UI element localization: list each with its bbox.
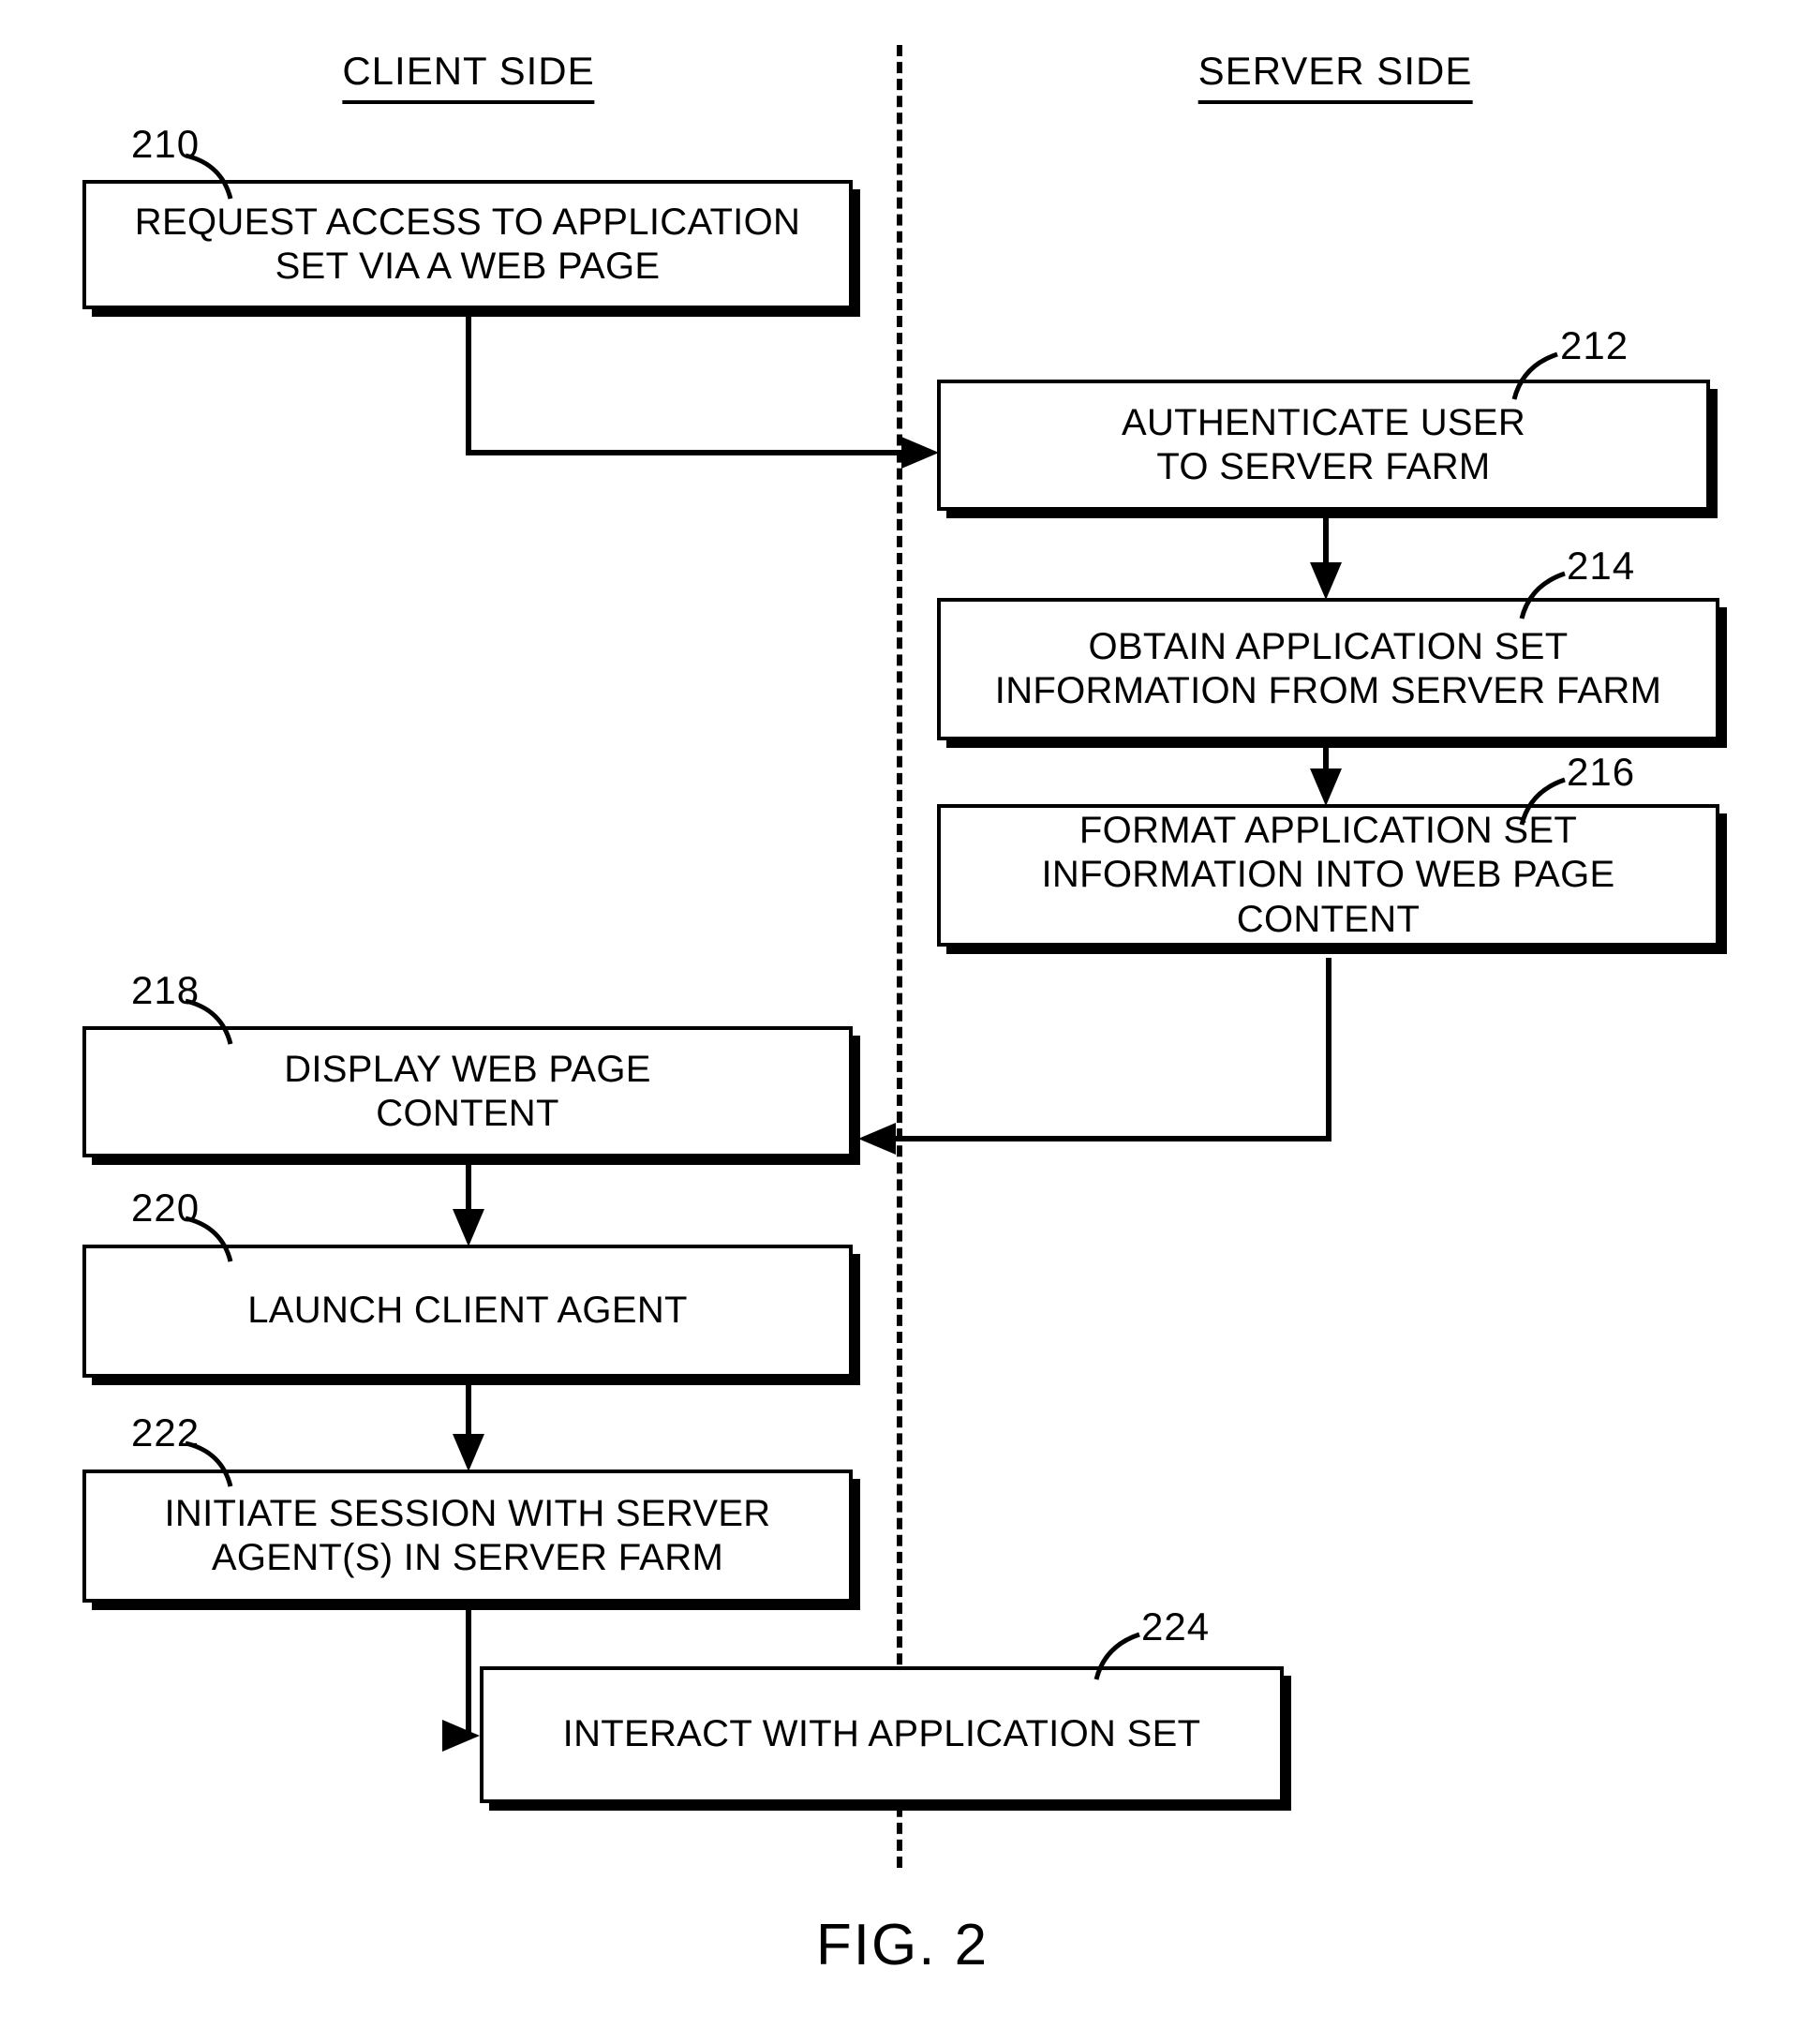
process-box-212[interactable]: AUTHENTICATE USER TO SERVER FARM [937, 380, 1710, 511]
process-box-218-label: DISPLAY WEB PAGE CONTENT [284, 1048, 651, 1134]
leader-line-210 [185, 153, 233, 200]
process-box-210-label: REQUEST ACCESS TO APPLICATION SET VIA A … [134, 201, 801, 287]
leader-line-216 [1519, 777, 1566, 826]
leader-line-222 [185, 1440, 233, 1487]
leader-line-220 [185, 1216, 233, 1262]
leader-line-218 [185, 998, 233, 1045]
leader-line-212 [1511, 351, 1558, 400]
process-box-216[interactable]: FORMAT APPLICATION SET INFORMATION INTO … [937, 804, 1719, 947]
patent-figure-2: CLIENT SIDE SERVER SIDE 210 212 214 216 … [0, 0, 1815, 2044]
process-box-214-label: OBTAIN APPLICATION SET INFORMATION FROM … [994, 625, 1662, 711]
process-box-220-label: LAUNCH CLIENT AGENT [247, 1290, 688, 1332]
process-box-212-label: AUTHENTICATE USER TO SERVER FARM [1121, 401, 1526, 487]
leader-line-224 [1093, 1632, 1140, 1680]
leader-line-214 [1519, 571, 1566, 619]
process-box-224-label: INTERACT WITH APPLICATION SET [562, 1713, 1201, 1755]
process-box-214[interactable]: OBTAIN APPLICATION SET INFORMATION FROM … [937, 598, 1719, 740]
process-box-222-label: INITIATE SESSION WITH SERVER AGENT(S) IN… [164, 1492, 771, 1578]
